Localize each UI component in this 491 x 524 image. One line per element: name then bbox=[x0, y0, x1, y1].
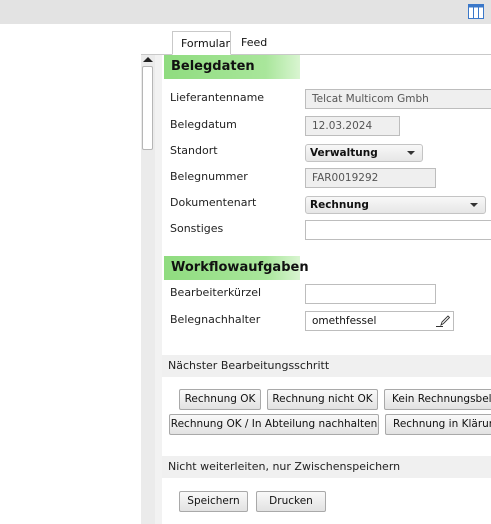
standort-label: Standort bbox=[170, 144, 218, 157]
belegnachhalter-label: Belegnachhalter bbox=[170, 313, 261, 326]
next-step-header: Nächster Bearbeitungsschritt bbox=[162, 355, 491, 377]
save-button[interactable]: Speichern bbox=[179, 491, 248, 512]
scrollbar-thumb[interactable] bbox=[142, 66, 153, 150]
dokumentenart-value: Rechnung bbox=[310, 199, 369, 211]
tab-formular[interactable]: Formular bbox=[172, 31, 231, 55]
top-toolbar bbox=[0, 0, 491, 24]
bearbeiterkuerzel-input[interactable] bbox=[305, 284, 436, 304]
belegnachhalter-input[interactable]: omethfessel bbox=[305, 311, 454, 331]
bearbeiterkuerzel-label: Bearbeiterkürzel bbox=[170, 286, 262, 299]
save-section-header: Nicht weiterleiten, nur Zwischenspeicher… bbox=[162, 456, 491, 478]
section-workflowaufgaben: Workflowaufgaben bbox=[164, 256, 309, 280]
sonstiges-label: Sonstiges bbox=[170, 222, 224, 235]
columns-icon[interactable] bbox=[468, 4, 484, 19]
kein-rechnungsbeleg-button[interactable]: Kein Rechnungsbeleg bbox=[384, 389, 491, 410]
belegdatum-field: 12.03.2024 bbox=[305, 116, 400, 136]
chevron-down-icon bbox=[407, 151, 415, 155]
rechnung-in-klaerung-button[interactable]: Rechnung in Klärung bbox=[385, 414, 491, 435]
sonstiges-input[interactable] bbox=[305, 220, 491, 240]
belegnummer-field: FAR0019292 bbox=[305, 168, 436, 188]
rechnung-ok-button[interactable]: Rechnung OK bbox=[179, 389, 261, 410]
left-pane bbox=[0, 55, 141, 524]
pencil-icon[interactable] bbox=[436, 315, 450, 327]
dokumentenart-label: Dokumentenart bbox=[170, 196, 257, 209]
lieferantenname-label: Lieferantenname bbox=[170, 91, 265, 104]
splitter[interactable] bbox=[155, 55, 162, 524]
rechnung-nicht-ok-button[interactable]: Rechnung nicht OK bbox=[267, 389, 378, 410]
belegnummer-label: Belegnummer bbox=[170, 170, 248, 183]
section-belegdaten: Belegdaten bbox=[164, 55, 300, 79]
belegnachhalter-value: omethfessel bbox=[312, 315, 377, 327]
scroll-up-arrow-icon[interactable] bbox=[143, 57, 153, 62]
rechnung-ok-abteilung-button[interactable]: Rechnung OK / In Abteilung nachhalten bbox=[169, 414, 379, 435]
lieferantenname-field: Telcat Multicom Gmbh bbox=[305, 89, 491, 109]
print-button[interactable]: Drucken bbox=[256, 491, 326, 512]
standort-select[interactable]: Verwaltung bbox=[305, 144, 423, 162]
tab-feed[interactable]: Feed bbox=[233, 31, 273, 55]
dokumentenart-select[interactable]: Rechnung bbox=[305, 196, 486, 214]
belegdatum-label: Belegdatum bbox=[170, 118, 237, 131]
standort-value: Verwaltung bbox=[310, 147, 378, 159]
chevron-down-icon bbox=[470, 203, 478, 207]
